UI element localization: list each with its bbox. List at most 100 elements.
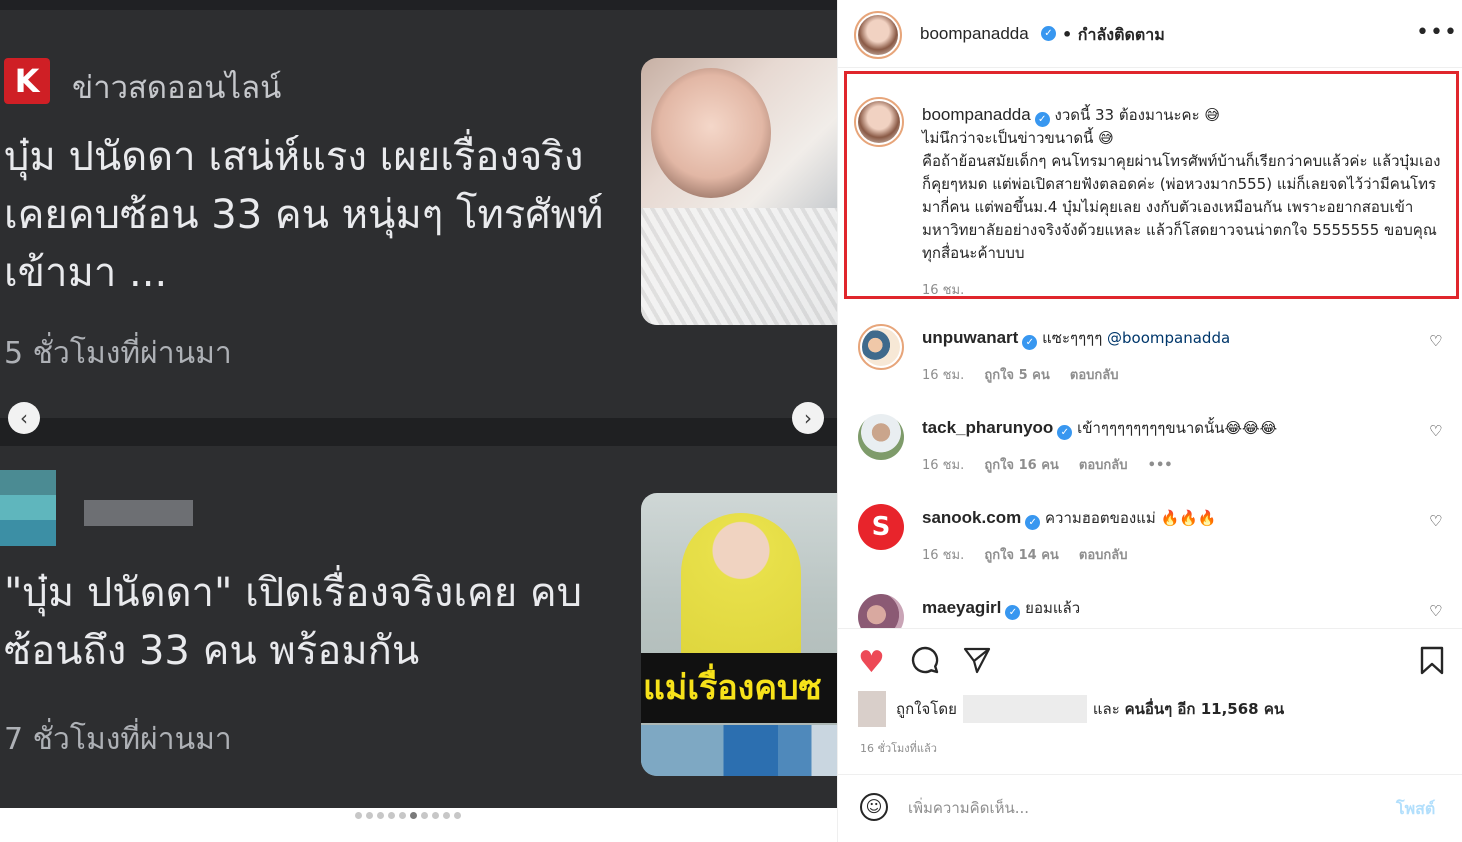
liker-name-blurred — [962, 695, 1087, 723]
comment-text: tack_pharunyoo ✓ เข้าๆๆๆๆๆๆๆๆขนาดนั้น😂😂😂 — [922, 416, 1277, 440]
khaosod-logo: K — [4, 58, 50, 104]
following-status[interactable]: • กำลังติดตาม — [1062, 23, 1165, 48]
comment-item: maeyagirl ✓ ยอมแล้ว ♡ — [838, 594, 1462, 628]
blurred-source-logo — [0, 470, 56, 546]
comment-body: เข้าๆๆๆๆๆๆๆๆขนาดนั้น😂😂😂 — [1077, 419, 1278, 437]
comment-text: sanook.com ✓ ความฮอตของแม่ 🔥🔥🔥 — [922, 506, 1217, 530]
verified-badge-icon: ✓ — [1022, 335, 1038, 350]
verified-badge-icon: ✓ — [1057, 425, 1073, 440]
news-headline-2: "บุ๋ม ปนัดดา" เปิดเรื่องจริงเคย คบซ้อนถึ… — [4, 570, 583, 674]
commenter-avatar-image — [862, 328, 900, 366]
comment-body: แซะๆๆๆๆ — [1042, 329, 1108, 347]
emoji-smiley-icon[interactable]: ☺ — [860, 793, 888, 821]
comment-meta: 16 ชม. ถูกใจ 5 คน ตอบกลับ — [922, 364, 1134, 385]
carousel-dot[interactable] — [366, 812, 373, 819]
comment-body: ยอมแล้ว — [1025, 599, 1081, 617]
caption-author-avatar[interactable] — [854, 97, 904, 147]
carousel-next-button[interactable]: › — [792, 402, 824, 434]
comment-reply-button[interactable]: ตอบกลับ — [1079, 458, 1128, 473]
post-comment-button[interactable]: โพสต์ — [1396, 797, 1435, 822]
news-source-name: ข่าวสดออนไลน์ — [72, 70, 282, 106]
caption-line-2: ไม่นึกว่าจะเป็นข่าวขนาดนี้ 😅 — [922, 129, 1114, 147]
comment-bubble-icon[interactable] — [910, 645, 940, 682]
carousel-dot[interactable] — [443, 812, 450, 819]
commenter-avatar[interactable] — [858, 594, 904, 628]
share-paper-plane-icon[interactable] — [962, 645, 992, 682]
comment-text: unpuwanart ✓ แซะๆๆๆๆ @boompanadda — [922, 326, 1230, 350]
comment-text: maeyagirl ✓ ยอมแล้ว — [922, 596, 1080, 620]
commenter-avatar[interactable] — [858, 324, 904, 370]
commenter-username[interactable]: sanook.com — [922, 508, 1021, 527]
verified-badge-icon: ✓ — [1025, 515, 1041, 530]
comment-like-heart-icon[interactable]: ♡ — [1429, 332, 1442, 350]
comment-likes[interactable]: ถูกใจ 14 คน — [984, 548, 1058, 563]
carousel-dot[interactable] — [410, 812, 417, 819]
caption-timestamp[interactable]: 16 ชม. — [922, 279, 964, 300]
liked-by-summary[interactable]: ถูกใจโดย และ คนอื่นๆ อีก 11,568 คน — [858, 691, 1284, 727]
comment-reply-button[interactable]: ตอบกลับ — [1070, 368, 1119, 383]
blurred-source-name — [84, 500, 193, 526]
comment-like-heart-icon[interactable]: ♡ — [1429, 422, 1442, 440]
thumbnail-face — [651, 68, 771, 198]
thumbnail-banner-text: แม่เรื่องคบซ — [641, 653, 837, 723]
caption-line-3: คือถ้าย้อนสมัยเด็กๆ คนโทรมาคุยผ่านโทรศัพ… — [922, 152, 1441, 262]
comment-reply-button[interactable]: ตอบกลับ — [1079, 548, 1128, 563]
author-username[interactable]: boompanadda — [920, 24, 1029, 44]
card-divider — [0, 418, 837, 446]
post-media[interactable]: K ข่าวสดออนไลน์ บุ๋ม ปนัดดา เสน่ห์แรง เผ… — [0, 0, 837, 842]
post-side-panel: boompanadda ✓ • กำลังติดตาม ••• boompana… — [837, 0, 1462, 842]
liked-by-prefix: ถูกใจโดย — [896, 700, 957, 718]
commenter-username[interactable]: unpuwanart — [922, 328, 1018, 347]
author-avatar[interactable] — [854, 11, 902, 59]
comment-time[interactable]: 16 ชม. — [922, 368, 964, 383]
liked-by-suffix: และ — [1092, 700, 1120, 718]
comment-item: unpuwanart ✓ แซะๆๆๆๆ @boompanadda 16 ชม. … — [838, 324, 1462, 414]
caption-username[interactable]: boompanadda — [922, 105, 1031, 124]
comment-item: S sanook.com ✓ ความฮอตของแม่ 🔥🔥🔥 16 ชม. ถ… — [838, 504, 1462, 594]
liked-by-others-link[interactable]: คนอื่นๆ อีก 11,568 คน — [1125, 697, 1285, 721]
comment-like-heart-icon[interactable]: ♡ — [1429, 602, 1442, 620]
sanook-logo-avatar[interactable]: S — [858, 504, 904, 550]
verified-badge-icon: ✓ — [1005, 605, 1021, 620]
comment-meta: 16 ชม. ถูกใจ 16 คน ตอบกลับ ••• — [922, 454, 1189, 475]
thumbnail-feather-boa — [641, 208, 837, 325]
news-time-2: 7 ชั่วโมงที่ผ่านมา — [4, 722, 232, 757]
post-caption: boompanadda ✓ งวดนี้ 33 ต้องมานะคะ 😅 ไม่น… — [922, 103, 1447, 265]
caption-line-1: งวดนี้ 33 ต้องมานะคะ 😅 — [1054, 106, 1221, 124]
news-thumbnail-1 — [641, 58, 837, 325]
carousel-prev-button[interactable]: ‹ — [8, 402, 40, 434]
bookmark-icon[interactable] — [1418, 645, 1446, 682]
media-top-strip — [0, 0, 837, 10]
comment-likes[interactable]: ถูกใจ 16 คน — [984, 458, 1058, 473]
comment-likes[interactable]: ถูกใจ 5 คน — [984, 368, 1049, 383]
author-avatar-image — [858, 15, 898, 55]
more-options-icon[interactable]: ••• — [1416, 20, 1458, 45]
verified-badge-icon: ✓ — [1034, 112, 1050, 127]
carousel-dot[interactable] — [432, 812, 439, 819]
caption-avatar-image — [858, 101, 900, 143]
comment-item: tack_pharunyoo ✓ เข้าๆๆๆๆๆๆๆๆขนาดนั้น😂😂😂 … — [838, 414, 1462, 504]
thumbnail-pixelated-strip — [641, 725, 837, 776]
commenter-avatar[interactable] — [858, 414, 904, 460]
comment-options-icon[interactable]: ••• — [1148, 458, 1173, 473]
commenter-username[interactable]: tack_pharunyoo — [922, 418, 1053, 437]
carousel-dot[interactable] — [454, 812, 461, 819]
carousel-dot[interactable] — [399, 812, 406, 819]
post-actions: ♥ ถูกใจโดย และ คนอื่นๆ อีก 11,568 คน 16 … — [838, 628, 1462, 774]
post-header: boompanadda ✓ • กำลังติดตาม ••• — [838, 0, 1462, 68]
post-timestamp[interactable]: 16 ชั่วโมงที่แล้ว — [860, 739, 937, 757]
comment-input[interactable] — [908, 793, 1368, 823]
liker-avatar-blurred — [858, 691, 886, 727]
comment-like-heart-icon[interactable]: ♡ — [1429, 512, 1442, 530]
carousel-dot[interactable] — [421, 812, 428, 819]
verified-badge-icon: ✓ — [1041, 26, 1056, 41]
comment-time[interactable]: 16 ชม. — [922, 458, 964, 473]
commenter-username[interactable]: maeyagirl — [922, 598, 1001, 617]
like-heart-icon[interactable]: ♥ — [858, 645, 885, 680]
carousel-dot[interactable] — [355, 812, 362, 819]
carousel-dot[interactable] — [388, 812, 395, 819]
carousel-dots[interactable] — [355, 812, 461, 819]
comment-mention-link[interactable]: @boompanadda — [1107, 329, 1230, 347]
comment-time[interactable]: 16 ชม. — [922, 548, 964, 563]
carousel-dot[interactable] — [377, 812, 384, 819]
